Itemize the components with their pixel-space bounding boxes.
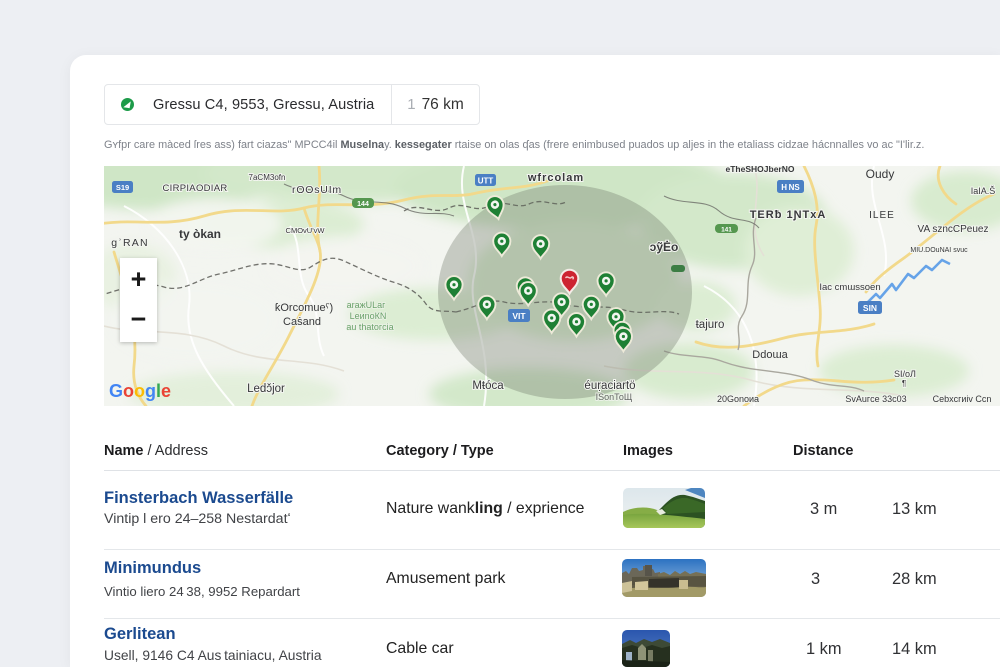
svg-text:ЅІ/оЛ: ЅІ/оЛ <box>894 369 916 379</box>
svg-text:au thatoгcia: au thatoгcia <box>346 322 393 332</box>
svg-text:eTheSHOJberNO: eTheSHOJberNO <box>726 166 795 174</box>
svg-text:ƙOrcomueˁ): ƙOrcomueˁ) <box>275 302 333 314</box>
svg-text:éuṛaciаrtö: éuṛaciаrtö <box>584 380 635 392</box>
svg-text:UTT: UTT <box>478 177 494 186</box>
svg-text:Ledɔ̌jor: Ledɔ̌jor <box>247 383 285 395</box>
svg-text:ŧajuro: ŧajuro <box>696 319 725 331</box>
svg-text:Iac cmɯssoen: Iac cmɯssoen <box>819 282 880 293</box>
svg-text:VA szncCPeuez: VA szncCPeuez <box>918 224 989 235</box>
svg-text:Ddoɯa: Ddoɯa <box>752 349 788 361</box>
svg-text:Oudy: Oudy <box>866 167 895 181</box>
svg-text:Cebxcгиiv Ccn: Cebxcгиiv Ccn <box>933 394 992 404</box>
svg-text:Mŧóca: Mŧóca <box>472 380 504 392</box>
svg-text:ІЅоnТоЩ: ІЅоnТоЩ <box>596 392 633 402</box>
svg-text:Caṡand: Caṡand <box>283 316 321 328</box>
svg-text:ILEE: ILEE <box>869 210 895 221</box>
svg-text:¶: ¶ <box>902 379 906 388</box>
svg-text:wfrcolam: wfrcolam <box>527 172 584 184</box>
svg-text:S19: S19 <box>116 183 129 192</box>
svg-text:VIT: VIT <box>512 311 526 321</box>
svg-text:ty òkan: ty òkan <box>179 227 221 241</box>
svg-text:SvAuгce 33c03: SvAuгce 33c03 <box>845 394 906 404</box>
svg-text:H NS: H NS <box>781 183 800 192</box>
svg-text:CMOvUʹvW: CMOvUʹvW <box>286 226 326 235</box>
svg-text:141: 141 <box>721 227 732 234</box>
svg-text:rOOsUIm: rOOsUIm <box>292 184 342 196</box>
svg-text:ɔỹĖo: ɔỹĖo <box>650 239 679 254</box>
svg-text:SIN: SIN <box>863 303 877 313</box>
svg-text:MIU.DOuNAI svuc: MIU.DOuNAI svuc <box>910 247 968 254</box>
svg-text:LeиnoКN: LeиnoКN <box>350 311 387 321</box>
svg-text:araжULaг: araжULaг <box>347 300 387 310</box>
svg-text:CIRPIAODIAR: CIRPIAODIAR <box>162 183 227 194</box>
svg-text:20Gonoиa: 20Gonoиa <box>717 394 759 404</box>
svg-text:gʾRAN: gʾRAN <box>111 237 149 249</box>
svg-text:7aCM3ofn: 7aCM3ofn <box>249 173 286 182</box>
svg-text:144: 144 <box>357 201 369 208</box>
svg-text:TERƀ 1ƝTxA: TERƀ 1ƝTxA <box>750 209 827 221</box>
svg-text:IaIA.Š: IaIA.Š <box>971 186 996 196</box>
